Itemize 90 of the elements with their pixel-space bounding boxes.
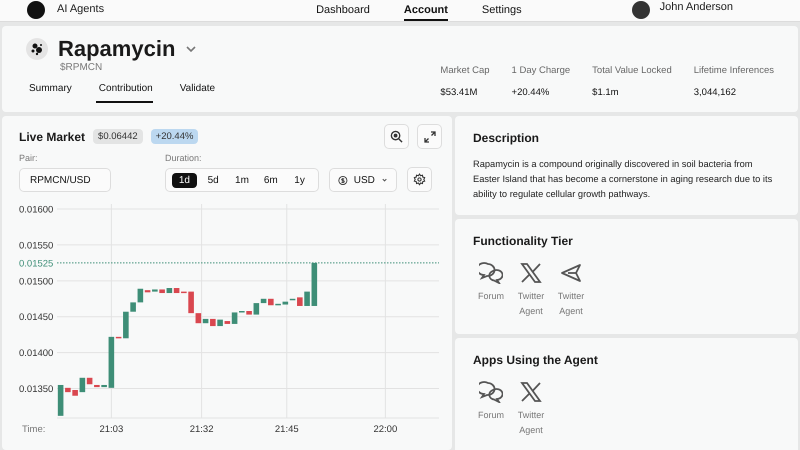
- zoom-button[interactable]: [384, 124, 409, 149]
- card-title: Functionality Tier: [473, 234, 573, 248]
- axis-tick-label: 22:00: [373, 424, 398, 435]
- falling-candle: [224, 321, 230, 324]
- axis-tick-label: 0.01600: [19, 204, 54, 216]
- dollar-coin-icon: [338, 174, 348, 186]
- duration-option[interactable]: 1d: [172, 172, 197, 188]
- expand-icon: [424, 130, 436, 142]
- x-letter-icon: [520, 262, 542, 284]
- stat-label: Market Cap: [440, 65, 490, 76]
- currency-dropdown[interactable]: USD: [329, 168, 397, 192]
- axis-tick-label: 0.01400: [19, 348, 54, 360]
- rising-candle: [58, 384, 64, 416]
- feature-label: Twitter Agent: [556, 290, 586, 318]
- falling-candle: [159, 289, 165, 294]
- falling-candle: [94, 384, 100, 388]
- price-tag: $0.06442: [93, 129, 143, 144]
- rising-candle: [312, 262, 318, 306]
- pair-dropdown[interactable]: RPMCN/USD: [19, 168, 111, 192]
- axis-tick-label: 21:45: [274, 424, 299, 435]
- nav-link[interactable]: Settings: [482, 0, 522, 21]
- stat-label: Lifetime Inferences: [694, 65, 774, 76]
- rising-candle: [152, 289, 158, 292]
- description-text: Rapamycin is a compound originally discovered in soil bacteria from Easter Island that has become a cornerstone in aging research due to its ability to regulate cellular growth pathways.: [473, 158, 774, 201]
- expand-button[interactable]: [417, 124, 442, 149]
- paper-plane-icon: [560, 262, 582, 284]
- card-title: Apps Using the Agent: [473, 353, 598, 367]
- stat-label: 1 Day Charge: [512, 65, 570, 76]
- field-label: Duration:: [165, 153, 203, 163]
- rising-candle: [138, 288, 144, 302]
- duration-option[interactable]: 5d: [200, 172, 226, 188]
- stat-value: 3,044,162: [694, 87, 737, 98]
- rising-candle: [232, 312, 238, 324]
- duration-option[interactable]: 1y: [287, 172, 312, 188]
- user-name[interactable]: John Anderson: [660, 1, 733, 13]
- falling-candle: [246, 311, 252, 315]
- axis-tick-label: 21:03: [99, 424, 124, 435]
- axis-title: Time:: [22, 424, 46, 435]
- axis-tick-label: 0.01550: [19, 240, 54, 252]
- rising-candle: [108, 336, 114, 388]
- nav-link[interactable]: Dashboard: [316, 0, 370, 21]
- molecule-dots-icon: [26, 38, 48, 60]
- nav-link[interactable]: Account: [404, 0, 448, 21]
- duration-option[interactable]: 6m: [258, 172, 284, 188]
- settings-button[interactable]: [407, 167, 432, 192]
- stat-label: Total Value Locked: [592, 65, 672, 76]
- feature-label: Twitter Agent: [516, 290, 546, 318]
- tab[interactable]: Contribution: [96, 83, 153, 103]
- axis-tick-label: 21:32: [190, 424, 214, 435]
- gear-icon: [413, 173, 426, 186]
- falling-candle: [144, 290, 150, 292]
- falling-candle: [174, 288, 180, 294]
- axis-tick-label: 0.01450: [19, 312, 54, 324]
- change-tag: +20.44%: [150, 129, 198, 144]
- token-name: Rapamycin: [58, 36, 176, 62]
- card-title: Description: [473, 131, 540, 145]
- tab[interactable]: Validate: [176, 83, 216, 103]
- rising-candle: [80, 378, 86, 392]
- zoom-icon: [390, 130, 403, 143]
- rising-candle: [166, 288, 172, 294]
- falling-candle: [210, 318, 216, 326]
- stat-value: $53.41M: [440, 87, 478, 98]
- token-ticker: $RPMCN: [60, 62, 104, 73]
- card-title: Live Market: [19, 130, 86, 144]
- axis-tick-label: 0.01350: [19, 384, 54, 396]
- rising-candle: [217, 320, 223, 326]
- field-label: Pair:: [19, 153, 39, 163]
- rising-candle: [304, 292, 310, 306]
- logo-icon: [27, 1, 45, 19]
- avatar[interactable]: [632, 1, 650, 19]
- chat-bubbles-icon: [479, 262, 503, 284]
- chat-bubbles-icon: [479, 381, 503, 403]
- feature-label: Twitter Agent: [516, 409, 546, 437]
- rising-candle: [202, 318, 208, 324]
- falling-candle: [268, 298, 274, 306]
- falling-candle: [297, 297, 303, 306]
- tab[interactable]: Summary: [26, 83, 72, 103]
- falling-candle: [196, 313, 202, 324]
- rising-candle: [101, 384, 107, 388]
- current-price-label: 0.01525: [19, 258, 54, 270]
- feature-label: Forum: [478, 409, 504, 422]
- x-letter-icon: [520, 381, 542, 403]
- falling-candle: [86, 378, 92, 384]
- feature-label: Forum: [478, 290, 504, 303]
- stat-value: $1.1m: [592, 87, 620, 98]
- stat-value: +20.44%: [512, 87, 550, 98]
- brand-name: AI Agents: [57, 2, 104, 17]
- chevron-down-icon: [380, 176, 388, 184]
- duration-option[interactable]: 1m: [230, 172, 254, 188]
- axis-tick-label: 0.01500: [19, 276, 54, 288]
